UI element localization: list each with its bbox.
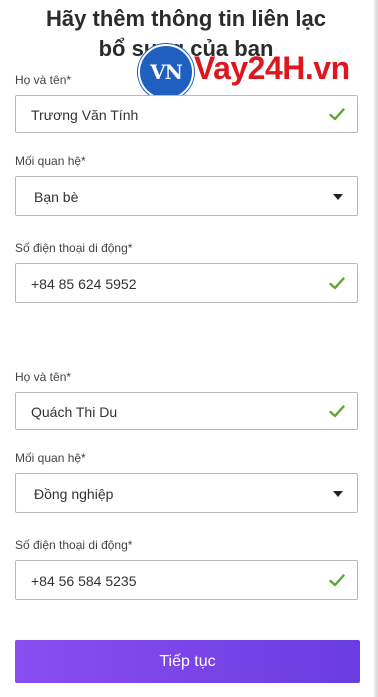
relation-select[interactable]: Bạn bè: [15, 176, 358, 216]
phone-value: +84 56 584 5235: [31, 573, 137, 589]
relation-select[interactable]: Đồng nghiệp: [15, 473, 358, 513]
check-icon: [329, 574, 345, 587]
name-value: Quách Thi Du: [31, 404, 118, 420]
page-title-line-1: Hãy thêm thông tin liên lạc: [46, 6, 326, 31]
scrollbar-track: [374, 0, 378, 697]
relation-value: Đồng nghiệp: [34, 486, 114, 502]
phone-field[interactable]: +84 85 624 5952: [15, 263, 358, 303]
name-label: Họ và tên*: [15, 370, 72, 384]
check-icon: [329, 277, 345, 290]
phone-label: Số điện thoại di động*: [15, 241, 133, 255]
name-value: Trương Văn Tính: [31, 107, 139, 123]
phone-value: +84 85 624 5952: [31, 276, 137, 292]
relation-label: Mối quan hệ*: [15, 154, 86, 168]
watermark-logo: VN Vay24H.vn: [138, 44, 378, 100]
check-icon: [329, 405, 345, 418]
name-field[interactable]: Trương Văn Tính: [15, 95, 358, 133]
logo-badge: VN: [138, 44, 194, 100]
relation-label: Mối quan hệ*: [15, 451, 86, 465]
continue-button[interactable]: Tiếp tục: [15, 640, 360, 683]
logo-brand-text: Vay24H.vn: [194, 50, 350, 86]
phone-field[interactable]: +84 56 584 5235: [15, 560, 358, 600]
chevron-down-icon: [333, 491, 343, 497]
relation-value: Bạn bè: [34, 189, 79, 205]
check-icon: [329, 108, 345, 121]
name-label: Họ và tên*: [15, 73, 72, 87]
phone-label: Số điện thoại di động*: [15, 538, 133, 552]
chevron-down-icon: [333, 194, 343, 200]
name-field[interactable]: Quách Thi Du: [15, 392, 358, 430]
